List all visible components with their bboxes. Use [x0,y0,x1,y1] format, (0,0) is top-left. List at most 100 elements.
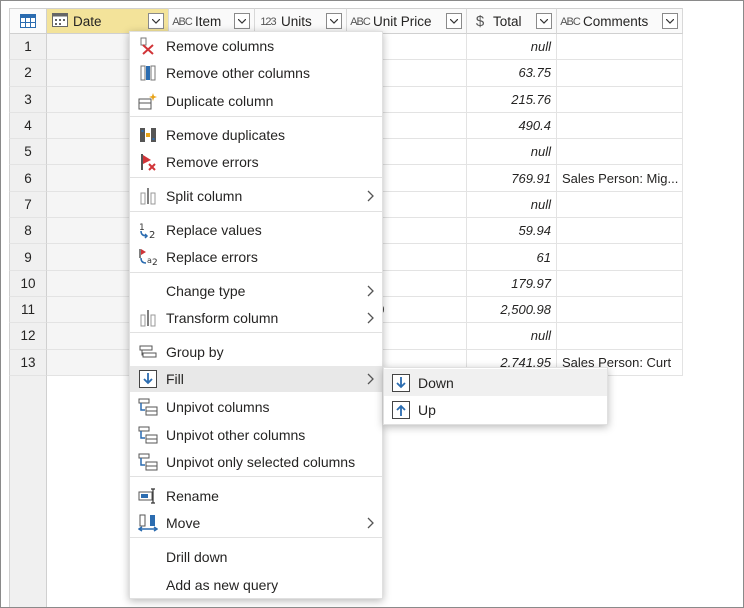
chevron-down-icon[interactable] [446,13,462,29]
menu-item-remove-duplicates[interactable]: Remove duplicates [130,122,382,148]
menu-item-remove-errors[interactable]: Remove errors [130,149,382,175]
menu-item-label: Remove columns [166,38,275,54]
total-cell[interactable]: 61 [467,244,557,271]
fill-up-label: Up [418,401,436,418]
chevron-right-icon [358,190,382,202]
chevron-down-icon[interactable] [662,13,678,29]
row-number[interactable]: 12 [9,323,47,350]
comments-cell[interactable] [557,191,683,219]
menu-item-label: Remove errors [166,154,259,170]
text-type-icon: ABC [560,16,581,28]
unpivot-other-columns-icon [130,422,166,448]
comments-cell[interactable] [557,60,683,87]
menu-item-transform-column[interactable]: Transform column [130,305,382,331]
comments-cell[interactable] [557,244,683,271]
menu-item-label: Transform column [166,310,279,326]
row-number[interactable]: 3 [9,86,47,113]
chevron-down-icon[interactable] [536,13,552,29]
column-label: Comments [583,13,649,29]
row-number[interactable]: 5 [9,139,47,166]
menu-item-label: Split column [166,188,243,204]
comments-cell[interactable] [557,112,683,140]
row-number-gutter [9,376,47,607]
table-menu-icon[interactable] [9,8,47,34]
row-number[interactable]: 8 [9,218,47,245]
menu-item-fill[interactable]: Fill [130,366,382,392]
comments-cell[interactable] [557,218,683,245]
row-number[interactable]: 11 [9,296,47,324]
total-cell[interactable]: 490.4 [467,112,557,140]
comments-cell[interactable] [557,323,683,350]
total-cell[interactable]: 2,500.98 [467,296,557,324]
whole-number-type-icon: 123 [260,16,276,28]
total-cell[interactable]: null [467,191,557,219]
row-number[interactable]: 9 [9,244,47,271]
row-number[interactable]: 13 [9,349,47,376]
menu-item-unpivot-other-columns[interactable]: Unpivot other columns [130,422,382,448]
menu-item-label: Group by [166,344,224,360]
row-number[interactable]: 6 [9,165,47,192]
menu-item-remove-other-columns[interactable]: Remove other columns [130,60,382,86]
menu-item-change-type[interactable]: Change type [130,278,382,304]
menu-item-unpivot-columns[interactable]: Unpivot columns [130,394,382,420]
total-cell[interactable]: 63.75 [467,60,557,87]
chevron-down-icon[interactable] [326,13,342,29]
text-type-icon: ABC [350,16,371,28]
menu-item-replace-values[interactable]: 1 2 Replace values [130,217,382,243]
chevron-down-icon[interactable] [148,13,164,29]
remove-other-columns-icon [130,60,166,86]
comments-cell[interactable]: Sales Person: Mig... [557,165,683,192]
column-header-comments[interactable]: ABC Comments [557,8,683,34]
row-number[interactable]: 10 [9,270,47,297]
row-number[interactable]: 7 [9,191,47,219]
total-cell[interactable]: null [467,139,557,166]
menu-item-label: Duplicate column [166,93,274,109]
svg-text:1: 1 [139,223,145,233]
menu-item-label: Change type [166,283,246,299]
menu-item-duplicate-column[interactable]: Duplicate column [130,88,382,114]
total-cell[interactable]: null [467,34,557,61]
menu-item-group-by[interactable]: Group by [130,339,382,365]
group-by-icon [130,339,166,365]
comments-cell[interactable] [557,139,683,166]
total-cell[interactable]: 179.97 [467,270,557,297]
menu-item-label: Move [166,515,201,531]
svg-text:2: 2 [152,258,158,266]
menu-item-rename[interactable]: Rename [130,483,382,509]
row-number[interactable]: 2 [9,60,47,87]
row-number[interactable]: 1 [9,34,47,61]
fill-down-icon [384,373,418,392]
comments-cell[interactable] [557,86,683,113]
total-cell[interactable]: 769.91 [467,165,557,192]
menu-item-move[interactable]: Move [130,510,382,536]
comments-cell[interactable] [557,296,683,324]
chevron-right-icon [358,517,382,529]
chevron-down-icon[interactable] [234,13,250,29]
fill-up-item[interactable]: Up [384,396,607,423]
comments-cell[interactable] [557,34,683,61]
total-cell[interactable]: null [467,323,557,350]
menu-item-split-column[interactable]: Split column [130,183,382,209]
fill-down-item[interactable]: Down [384,369,607,396]
menu-item-label: Unpivot other columns [166,427,306,443]
menu-item-replace-errors[interactable]: a 2 Replace errors [130,244,382,270]
menu-item-label: Replace values [166,222,262,238]
menu-separator [130,177,382,178]
menu-item-remove-columns[interactable]: Remove columns [130,33,382,59]
menu-item-drill-down[interactable]: Drill down [130,544,382,570]
menu-item-label: Remove other columns [166,65,310,81]
remove-duplicates-icon [130,122,166,148]
menu-item-add-as-new-query[interactable]: Add as new query [130,572,382,598]
unpivot-columns-icon [130,394,166,420]
text-type-icon: ABC [172,16,193,28]
menu-item-unpivot-only-selected-columns[interactable]: Unpivot only selected columns [130,449,382,475]
column-header-total[interactable]: $ Total [467,8,557,34]
menu-item-label: Unpivot only selected columns [166,454,356,470]
total-cell[interactable]: 215.76 [467,86,557,113]
column-label: Total [493,13,522,29]
row-number[interactable]: 4 [9,112,47,140]
total-cell[interactable]: 59.94 [467,218,557,245]
move-icon [130,510,166,536]
comments-cell[interactable] [557,270,683,297]
menu-icon-slot [130,544,166,570]
